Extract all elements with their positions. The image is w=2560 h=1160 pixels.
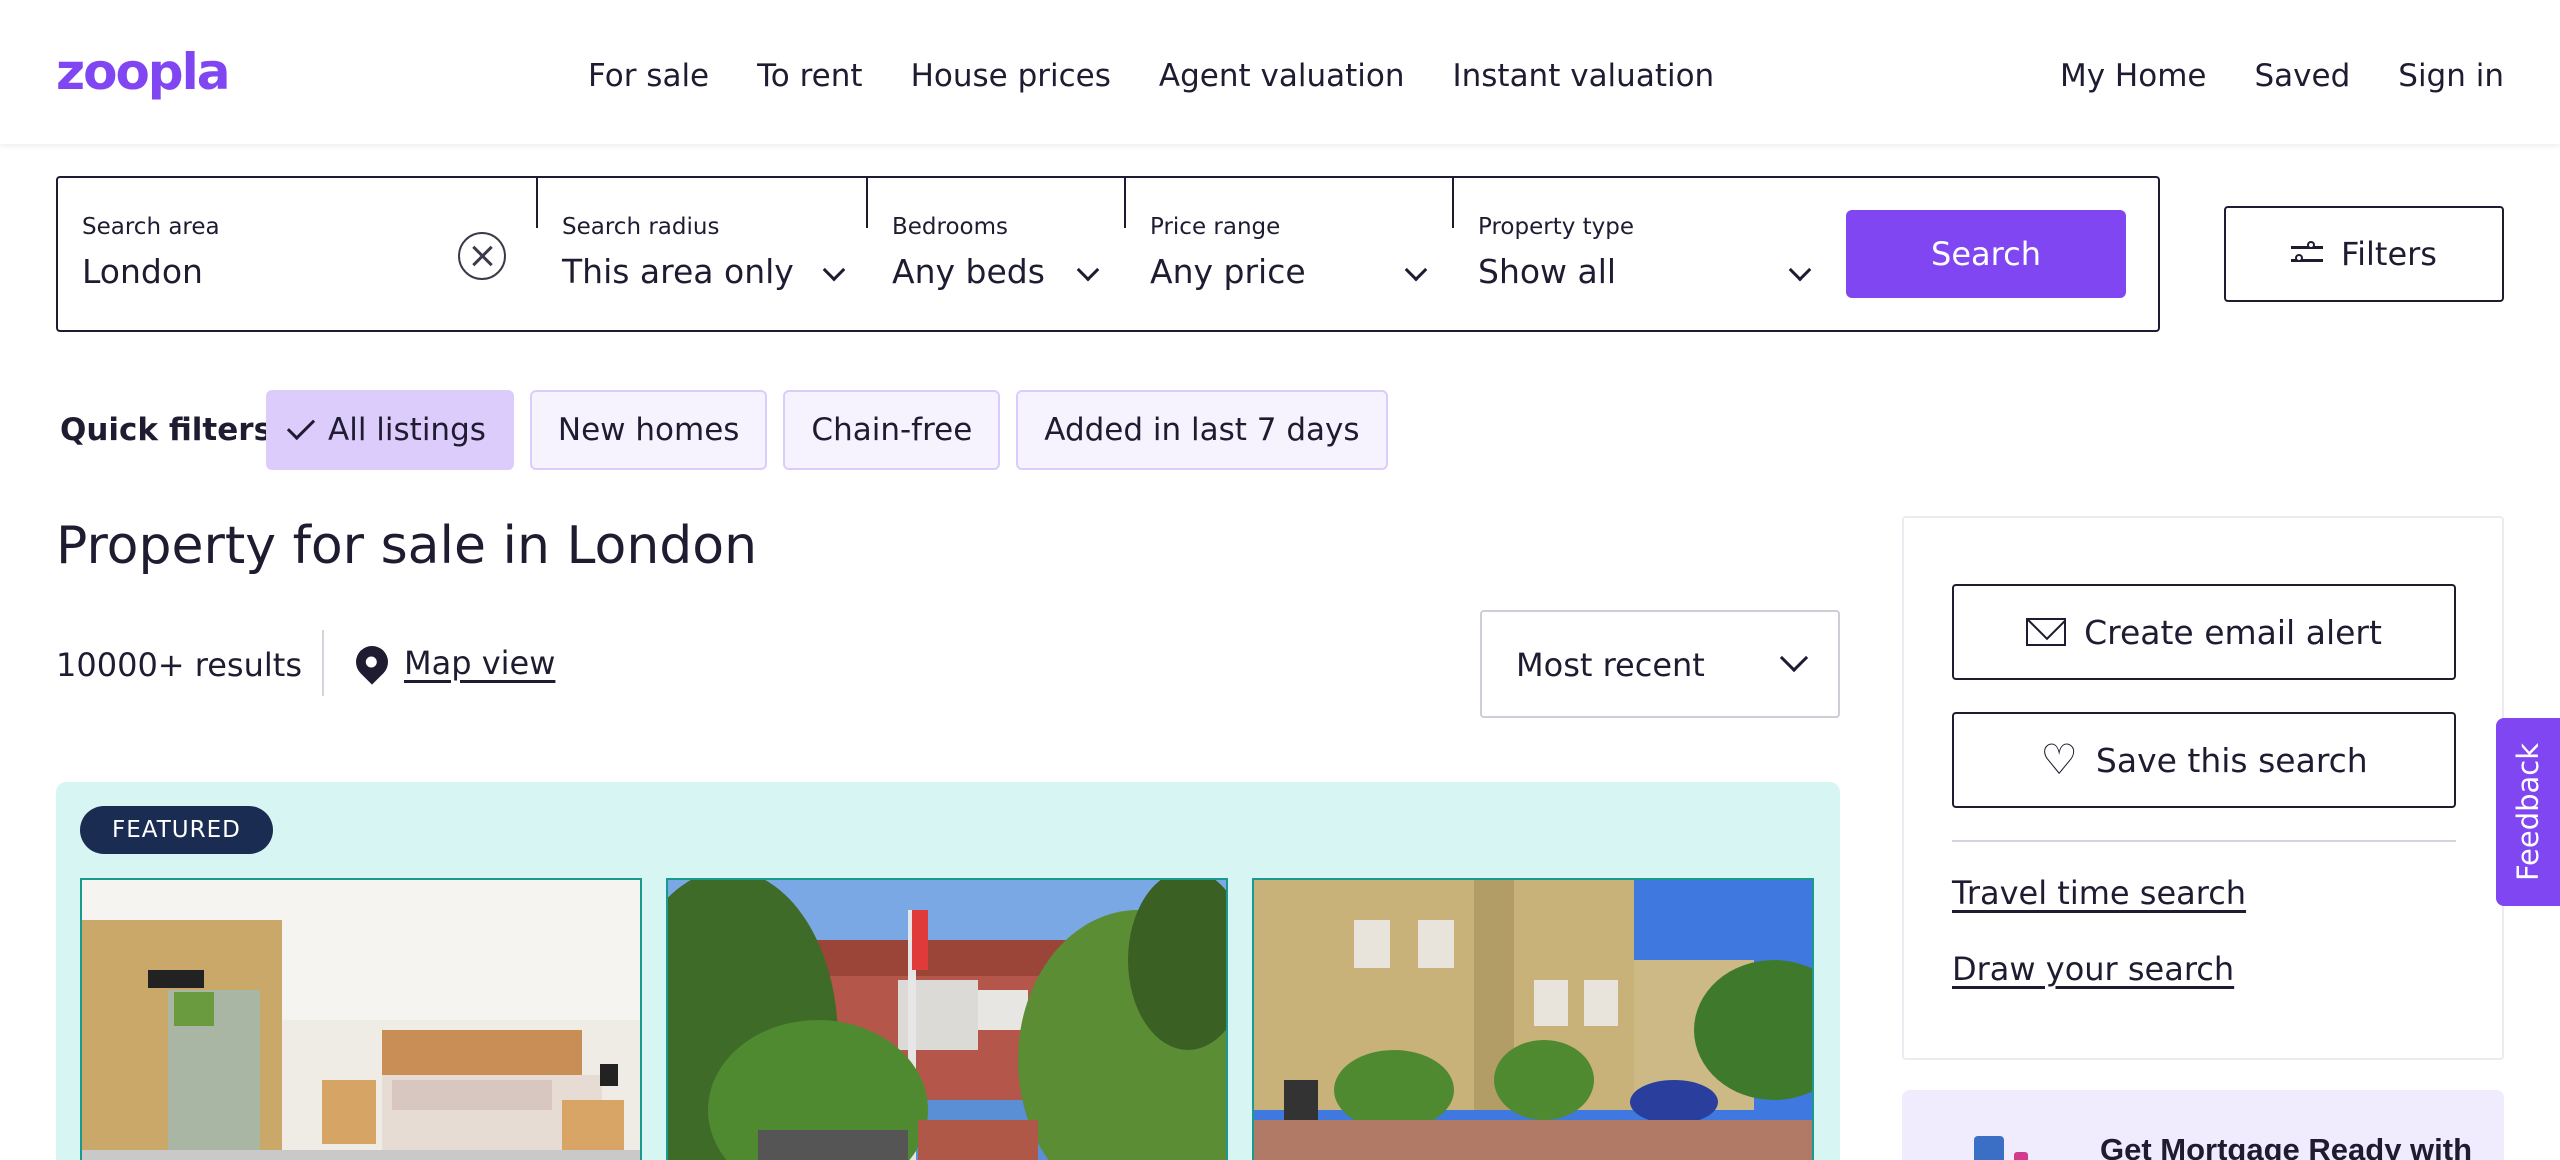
chip-label: All listings (328, 412, 486, 448)
nav-saved[interactable]: Saved (2254, 58, 2350, 94)
filters-button[interactable]: Filters (2224, 206, 2504, 302)
main-nav: For sale To rent House prices Agent valu… (588, 58, 1714, 94)
search-radius-value: This area only (562, 252, 794, 291)
travel-time-search-link[interactable]: Travel time search (1952, 874, 2246, 912)
listing-photo-terrace-street[interactable] (1252, 878, 1814, 1160)
featured-listing[interactable]: FEATURED (56, 782, 1840, 1160)
search-area-field[interactable]: Search area London (58, 178, 536, 330)
page-title: Property for sale in London (56, 516, 758, 576)
chip-label: New homes (557, 412, 740, 448)
search-area-input[interactable]: London (82, 252, 203, 291)
chevron-down-icon (1404, 258, 1428, 282)
property-type-value: Show all (1478, 252, 1617, 291)
quick-filters-label: Quick filters (60, 412, 273, 448)
sort-select[interactable]: Most recent (1480, 610, 1840, 718)
sidebar-divider (1952, 840, 2456, 842)
price-range-value: Any price (1150, 252, 1306, 291)
filters-icon (2291, 240, 2324, 268)
chip-added-last-7-days[interactable]: Added in last 7 days (1016, 390, 1388, 470)
property-type-select[interactable]: Property type Show all (1454, 178, 1832, 330)
chip-label: Added in last 7 days (1044, 412, 1360, 448)
promo-icon (2014, 1152, 2028, 1160)
clear-icon[interactable] (458, 232, 506, 280)
mail-icon (2026, 618, 2067, 646)
feedback-tab[interactable]: Feedback (2496, 718, 2560, 906)
promo-title: Get Mortgage Ready with (2100, 1132, 2473, 1160)
create-email-alert-button[interactable]: Create email alert (1952, 584, 2456, 680)
map-view-link[interactable]: Map view (404, 644, 555, 682)
listing-photo-bedroom[interactable] (80, 878, 642, 1160)
sort-value: Most recent (1516, 646, 1705, 684)
featured-badge: FEATURED (80, 806, 273, 854)
nav-instant-valuation[interactable]: Instant valuation (1452, 58, 1714, 94)
bedrooms-select[interactable]: Bedrooms Any beds (868, 178, 1126, 330)
heart-icon: ♡ (2040, 735, 2078, 784)
search-radius-select[interactable]: Search radius This area only (538, 178, 866, 330)
quick-filter-chips: All listings New homes Chain-free Added … (266, 390, 1388, 470)
search-radius-label: Search radius (562, 214, 720, 240)
filters-label: Filters (2341, 235, 2437, 273)
nav-agent-valuation[interactable]: Agent valuation (1159, 58, 1405, 94)
search-actions-panel: Create email alert ♡ Save this search Tr… (1902, 516, 2504, 1060)
chevron-down-icon (822, 258, 846, 282)
bedrooms-value: Any beds (892, 252, 1045, 291)
property-type-label: Property type (1478, 214, 1635, 240)
save-search-label: Save this search (2095, 740, 2368, 780)
nav-sign-in[interactable]: Sign in (2398, 58, 2504, 94)
zoopla-logo[interactable]: zoopla (56, 46, 230, 98)
bedrooms-label: Bedrooms (892, 214, 1009, 240)
chip-new-homes[interactable]: New homes (529, 390, 768, 470)
chevron-down-icon (1788, 258, 1812, 282)
results-divider (322, 630, 324, 696)
mortgage-promo-card[interactable]: Get Mortgage Ready with (1902, 1090, 2504, 1160)
search-area-label: Search area (82, 214, 220, 240)
create-email-alert-label: Create email alert (2084, 612, 2382, 652)
listing-photo-house-front[interactable] (666, 878, 1228, 1160)
price-range-select[interactable]: Price range Any price (1126, 178, 1454, 330)
chip-chain-free[interactable]: Chain-free (783, 390, 1001, 470)
save-search-button[interactable]: ♡ Save this search (1952, 712, 2456, 808)
feedback-label: Feedback (2511, 742, 2545, 882)
nav-my-home[interactable]: My Home (2060, 58, 2207, 94)
results-count: 10000+ results (56, 646, 302, 684)
draw-your-search-link[interactable]: Draw your search (1952, 950, 2234, 988)
search-bar: Search area London Search radius This ar… (56, 176, 2160, 332)
price-range-label: Price range (1150, 214, 1281, 240)
nav-for-sale[interactable]: For sale (588, 58, 709, 94)
search-button[interactable]: Search (1846, 210, 2126, 298)
nav-to-rent[interactable]: To rent (757, 58, 862, 94)
site-header: zoopla For sale To rent House prices Age… (0, 0, 2560, 144)
chip-label: Chain-free (811, 412, 973, 448)
nav-house-prices[interactable]: House prices (911, 58, 1111, 94)
chip-all-listings[interactable]: All listings (266, 390, 514, 470)
promo-icon (1974, 1136, 2004, 1160)
chevron-down-icon (1779, 643, 1809, 673)
account-nav: My Home Saved Sign in (2060, 58, 2504, 94)
chevron-down-icon (1076, 258, 1100, 282)
check-icon (286, 411, 316, 441)
map-pin-icon[interactable] (349, 639, 395, 685)
